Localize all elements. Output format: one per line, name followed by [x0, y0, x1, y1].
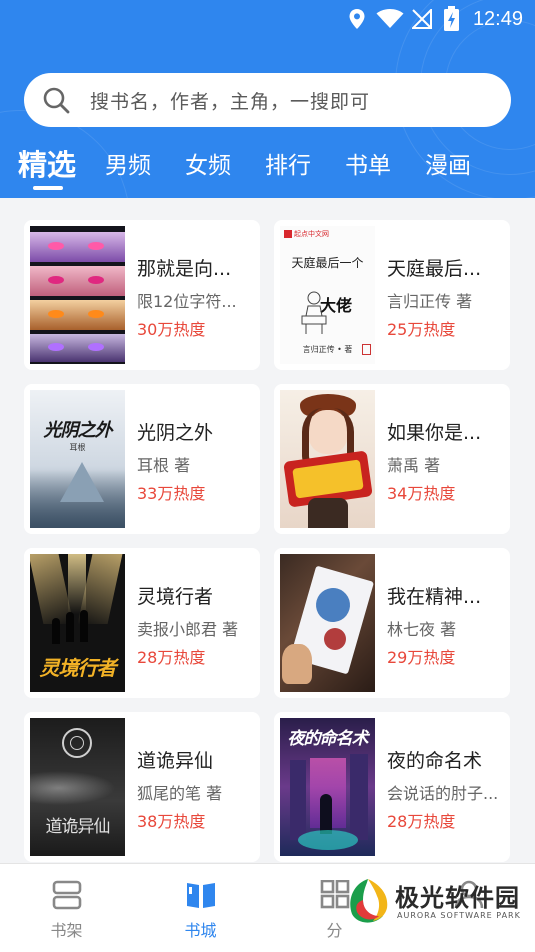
location-icon — [349, 9, 365, 29]
status-time: 12:49 — [472, 8, 523, 30]
book-popularity: 29万热度 — [387, 648, 456, 667]
book-title: 天庭最后... — [387, 258, 482, 280]
book-author: 卖报小郎君 著 — [137, 620, 239, 639]
book-cover — [30, 226, 125, 364]
book-popularity: 33万热度 — [137, 484, 206, 503]
book-title: 夜的命名术 — [387, 750, 483, 772]
book-cover — [280, 390, 375, 528]
book-popularity: 38万热度 — [137, 812, 206, 831]
book-author: 会说话的肘子... — [387, 784, 499, 803]
tab-comics[interactable]: 漫画 — [425, 146, 471, 180]
book-cover: 夜的命名术 — [280, 718, 375, 856]
category-tabs: 精选 男频 女频 排行 书单 漫画 — [0, 140, 535, 190]
book-open-icon — [186, 883, 215, 908]
book-card[interactable]: 道诡异仙 道诡异仙 狐尾的笔 著 38万热度 — [24, 712, 260, 862]
book-popularity: 34万热度 — [387, 484, 456, 503]
wifi-icon — [376, 9, 404, 28]
no-signal-icon — [412, 9, 432, 29]
book-popularity: 28万热度 — [137, 648, 206, 667]
book-card[interactable]: 起点中文网 天庭最后一个 大佬 言归正传 • 著 天庭最后... 言归正传 著 … — [274, 220, 510, 370]
search-placeholder: 搜书名，作者，主角，一搜即可 — [90, 91, 371, 113]
tab-female[interactable]: 女频 — [185, 146, 231, 180]
battery-charging-icon — [444, 6, 459, 31]
book-title: 如果你是... — [387, 422, 482, 444]
book-card[interactable]: 那就是向... 限12位字符... 30万热度 — [24, 220, 260, 370]
book-author: 言归正传 著 — [387, 292, 473, 311]
book-card[interactable]: 如果你是... 萧禹 著 34万热度 — [274, 384, 510, 534]
cover-title: 夜的命名术 — [287, 729, 369, 749]
book-card[interactable]: 夜的命名术 夜的命名术 会说话的肘子... 28万热度 — [274, 712, 510, 862]
book-cover: 灵境行者 — [30, 554, 125, 692]
book-cover: 道诡异仙 — [30, 718, 125, 856]
cover-author: 言归正传 • 著 — [302, 345, 353, 354]
book-cover: 起点中文网 天庭最后一个 大佬 言归正传 • 著 — [280, 226, 375, 364]
cover-title: 光阴之外 — [43, 420, 113, 441]
cover-title: 灵境行者 — [39, 656, 117, 680]
book-popularity: 30万热度 — [137, 320, 206, 339]
nav-label: 书架 — [50, 921, 83, 940]
bookshelf-icon — [52, 880, 81, 910]
tab-ranking[interactable]: 排行 — [265, 146, 311, 180]
header: 12:49 搜书名，作者，主角，一搜即可 精选 男频 女频 排行 书单 漫画 — [0, 0, 535, 198]
book-author: 萧禹 著 — [387, 456, 441, 475]
cover-author: 耳根 — [69, 443, 86, 452]
book-title: 那就是向... — [137, 258, 232, 280]
watermark: 极光软件园 AURORA SOFTWARE PARK — [343, 870, 535, 952]
book-title: 我在精神... — [387, 586, 482, 608]
book-author: 限12位字符... — [137, 292, 237, 311]
watermark-text: 极光软件园 — [395, 884, 520, 912]
nav-bookshelf[interactable]: 书架 — [0, 864, 133, 952]
watermark-subtext: AURORA SOFTWARE PARK — [397, 911, 521, 920]
active-tab-indicator — [33, 186, 63, 190]
search-bar[interactable]: 搜书名，作者，主角，一搜即可 — [24, 73, 511, 127]
book-card[interactable]: 我在精神... 林七夜 著 29万热度 — [274, 548, 510, 698]
book-author: 林七夜 著 — [387, 620, 457, 639]
book-title: 灵境行者 — [137, 586, 214, 608]
book-card[interactable]: 灵境行者 灵境行者 卖报小郎君 著 28万热度 — [24, 548, 260, 698]
cover-publisher: 起点中文网 — [294, 230, 329, 238]
book-title: 光阴之外 — [137, 422, 214, 444]
search-icon — [43, 87, 70, 114]
status-bar: 12:49 — [0, 0, 535, 38]
book-cover: 光阴之外 耳根 — [30, 390, 125, 528]
tab-male[interactable]: 男频 — [105, 146, 151, 180]
cover-title: 天庭最后一个 — [291, 256, 364, 270]
book-cover — [280, 554, 375, 692]
nav-bookstore[interactable]: 书城 — [134, 864, 267, 952]
book-popularity: 28万热度 — [387, 812, 456, 831]
book-title: 道诡异仙 — [137, 750, 214, 772]
cover-illustration — [301, 291, 327, 334]
book-popularity: 25万热度 — [387, 320, 456, 339]
tab-featured[interactable]: 精选 — [18, 142, 76, 184]
nav-label: 书城 — [184, 921, 217, 940]
cover-title: 道诡异仙 — [45, 817, 111, 837]
aurora-logo-icon — [350, 879, 388, 923]
book-card[interactable]: 光阴之外 耳根 光阴之外 耳根 著 33万热度 — [24, 384, 260, 534]
book-author: 耳根 著 — [137, 456, 191, 475]
tab-booklist[interactable]: 书单 — [345, 146, 391, 180]
book-grid: 那就是向... 限12位字符... 30万热度 起点中文网 天庭最后一个 大佬 … — [0, 198, 535, 863]
book-author: 狐尾的笔 著 — [137, 784, 223, 803]
